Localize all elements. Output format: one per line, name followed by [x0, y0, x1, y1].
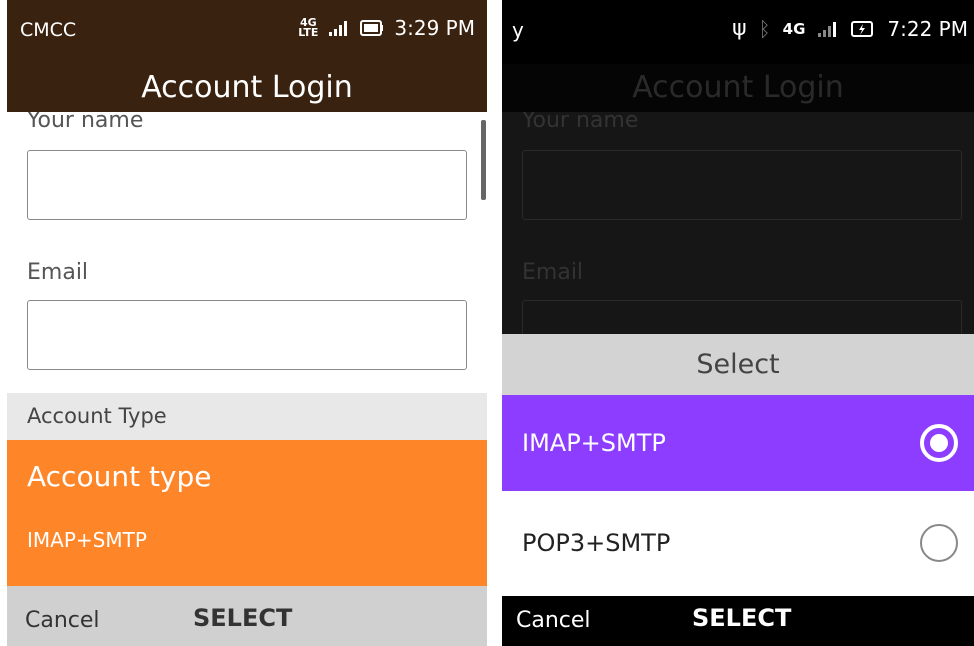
email-label: Email [27, 260, 89, 285]
usb-icon: ψ [732, 16, 747, 41]
option-label: IMAP+SMTP [522, 429, 666, 457]
email-field-dimmed [522, 300, 962, 334]
battery-icon [360, 20, 384, 36]
name-label: Your name [27, 112, 144, 133]
status-icons: ψ ᛒ 4G 7:22 PM [732, 16, 968, 41]
option-label: POP3+SMTP [522, 529, 671, 557]
name-field[interactable] [27, 150, 467, 220]
bluetooth-icon: ᛒ [758, 16, 771, 41]
email-label-dimmed: Email [522, 260, 584, 285]
email-field[interactable] [27, 300, 467, 370]
signal-icon [818, 21, 837, 37]
name-label-dimmed: Your name [522, 112, 639, 133]
cancel-softkey[interactable]: Cancel [25, 608, 100, 633]
clock: 7:22 PM [887, 16, 968, 41]
page-title-dimmed: Account Login [502, 64, 974, 112]
clock: 3:29 PM [394, 16, 475, 40]
form-area: Your name Email [7, 112, 487, 392]
scrollbar[interactable] [481, 120, 486, 200]
page-title: Account Login [7, 64, 487, 112]
carrier-label: y [512, 18, 524, 42]
battery-charging-icon [851, 20, 874, 37]
status-bar: CMCC 4G LTE 3:29 PM [7, 0, 487, 64]
status-bar: y ψ ᛒ 4G 7:22 PM [502, 0, 974, 64]
radio-unselected-icon [920, 524, 958, 562]
option-imap-smtp[interactable]: IMAP+SMTP [502, 395, 974, 491]
dimmed-form: Your name Email [502, 112, 974, 334]
network-4g-icon: 4G [782, 19, 806, 38]
account-type-title: Account type [27, 460, 212, 493]
account-type-item[interactable]: Account type IMAP+SMTP [7, 440, 487, 586]
option-pop3-smtp[interactable]: POP3+SMTP [502, 491, 974, 596]
radio-selected-icon [920, 424, 958, 462]
select-softkey[interactable]: SELECT [193, 604, 292, 632]
carrier-label: CMCC [20, 19, 77, 41]
softkey-bar: Cancel SELECT [502, 596, 974, 646]
network-4g-lte-icon: 4G LTE [298, 16, 319, 39]
select-dialog-title: Select [502, 334, 974, 395]
right-phone-screen: y ψ ᛒ 4G 7:22 PM Account Login Your name… [502, 0, 974, 646]
softkey-bar: Cancel SELECT [7, 586, 487, 646]
account-type-value: IMAP+SMTP [27, 528, 147, 552]
name-field-dimmed [522, 150, 962, 220]
status-icons: 4G LTE 3:29 PM [298, 16, 475, 40]
left-phone-screen: CMCC 4G LTE 3:29 PM Account Login Your na… [7, 0, 487, 646]
select-softkey[interactable]: SELECT [692, 604, 791, 632]
section-header: Account Type [7, 393, 487, 440]
cancel-softkey[interactable]: Cancel [516, 608, 591, 633]
signal-icon [329, 21, 348, 36]
